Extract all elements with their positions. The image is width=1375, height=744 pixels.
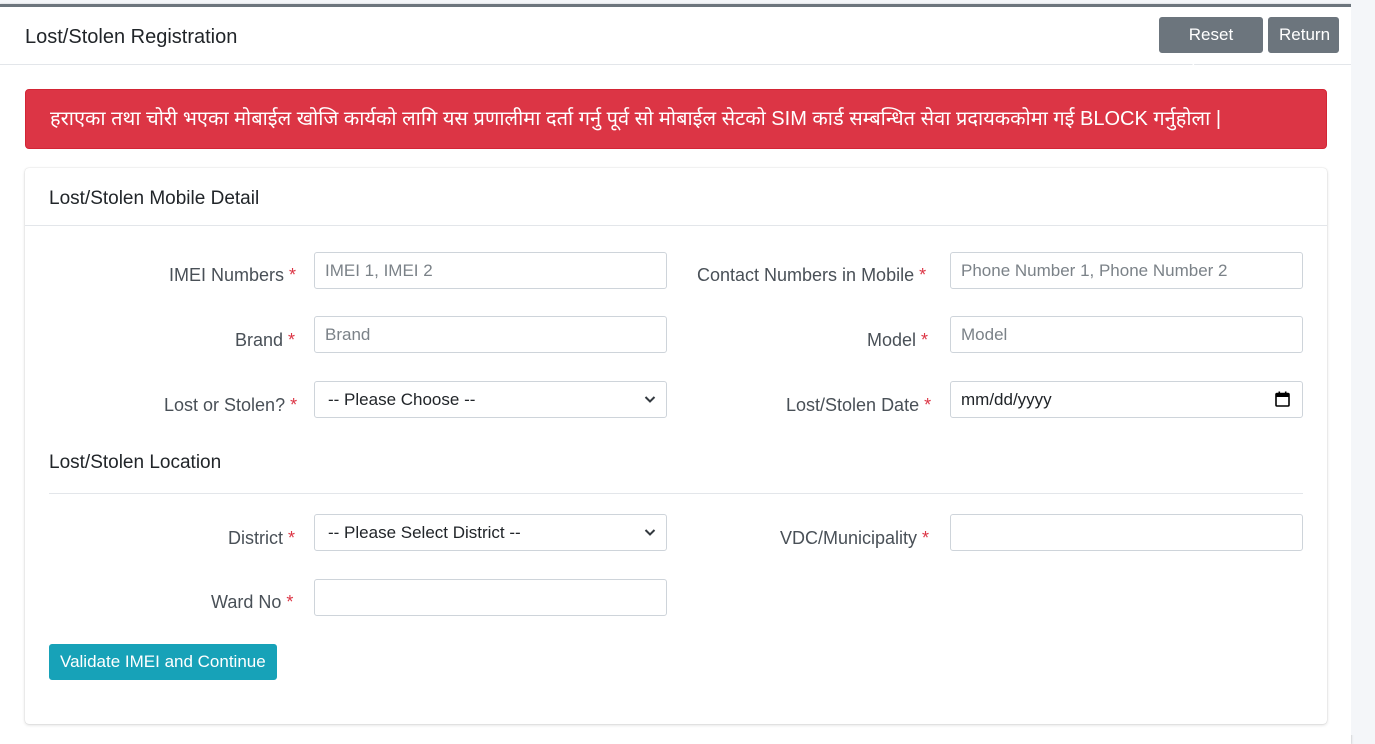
- date-format-text: mm/dd/yyyy: [961, 390, 1052, 409]
- brand-placeholder: Brand: [325, 325, 371, 344]
- location-section-title: Lost/Stolen Location: [49, 452, 222, 473]
- page-title: Lost/Stolen Registration: [25, 26, 238, 48]
- required-mark: *: [288, 528, 296, 548]
- ward-no-label: Ward No *: [211, 592, 293, 613]
- mobile-detail-card: Lost/Stolen Mobile Detail IMEI Numbers * …: [25, 168, 1327, 724]
- contact-numbers-label: Contact Numbers in Mobile *: [697, 265, 926, 286]
- contact-numbers-label-text: Contact Numbers in Mobile: [697, 265, 915, 285]
- district-label-text: District: [228, 528, 283, 548]
- section-divider: [49, 493, 1303, 494]
- required-mark: *: [289, 265, 297, 285]
- lost-or-stolen-label: Lost or Stolen? *: [164, 395, 297, 416]
- imei-placeholder: IMEI 1, IMEI 2: [325, 261, 433, 280]
- required-mark: *: [921, 330, 929, 350]
- imei-label: IMEI Numbers *: [169, 265, 296, 286]
- lost-stolen-date-input[interactable]: mm/dd/yyyy: [950, 381, 1303, 418]
- district-label: District *: [228, 528, 295, 549]
- required-mark: *: [922, 528, 930, 548]
- brand-label: Brand *: [235, 330, 295, 351]
- imei-label-text: IMEI Numbers: [169, 265, 285, 285]
- vdc-municipality-label-text: VDC/Municipality: [780, 528, 918, 548]
- district-selected: -- Please Select District --: [328, 523, 521, 542]
- page-scrollbar[interactable]: [1351, 0, 1375, 735]
- ward-no-input[interactable]: [314, 579, 667, 616]
- model-placeholder: Model: [961, 325, 1008, 344]
- chevron-down-icon: [644, 396, 656, 403]
- lost-or-stolen-select[interactable]: -- Please Choose --: [314, 381, 667, 418]
- required-mark: *: [286, 592, 294, 612]
- validate-imei-button[interactable]: Validate IMEI and Continue: [49, 644, 277, 680]
- ward-no-label-text: Ward No: [211, 592, 282, 612]
- reset-form-button[interactable]: Reset Form: [1159, 17, 1263, 78]
- lost-or-stolen-label-text: Lost or Stolen?: [164, 395, 286, 415]
- vdc-municipality-label: VDC/Municipality *: [780, 528, 929, 549]
- lost-stolen-date-label-text: Lost/Stolen Date: [786, 395, 920, 415]
- required-mark: *: [919, 265, 927, 285]
- vdc-municipality-input[interactable]: [950, 514, 1303, 551]
- required-mark: *: [924, 395, 932, 415]
- card-header: Lost/Stolen Registration Reset Form Retu…: [0, 7, 1351, 78]
- contact-numbers-placeholder: Phone Number 1, Phone Number 2: [961, 261, 1228, 280]
- district-select[interactable]: -- Please Select District --: [314, 514, 667, 551]
- block-notice-alert: हराएका तथा चोरी भएका मोबाईल खोजि कार्यको…: [25, 89, 1327, 149]
- contact-numbers-input[interactable]: Phone Number 1, Phone Number 2: [950, 252, 1303, 289]
- imei-input[interactable]: IMEI 1, IMEI 2: [314, 252, 667, 289]
- lost-or-stolen-selected: -- Please Choose --: [328, 390, 476, 409]
- return-button[interactable]: Return: [1268, 17, 1339, 53]
- model-input[interactable]: Model: [950, 316, 1303, 353]
- model-label: Model *: [867, 330, 928, 351]
- brand-input[interactable]: Brand: [314, 316, 667, 353]
- required-mark: *: [290, 395, 298, 415]
- model-label-text: Model: [867, 330, 917, 350]
- mobile-detail-title: Lost/Stolen Mobile Detail: [49, 188, 260, 209]
- mobile-detail-header: Lost/Stolen Mobile Detail: [25, 168, 1327, 226]
- registration-card: Lost/Stolen Registration Reset Form Retu…: [0, 4, 1351, 744]
- required-mark: *: [288, 330, 296, 350]
- brand-label-text: Brand: [235, 330, 284, 350]
- lost-stolen-date-label: Lost/Stolen Date *: [786, 395, 931, 416]
- chevron-down-icon: [644, 529, 656, 536]
- calendar-icon[interactable]: [1275, 391, 1290, 407]
